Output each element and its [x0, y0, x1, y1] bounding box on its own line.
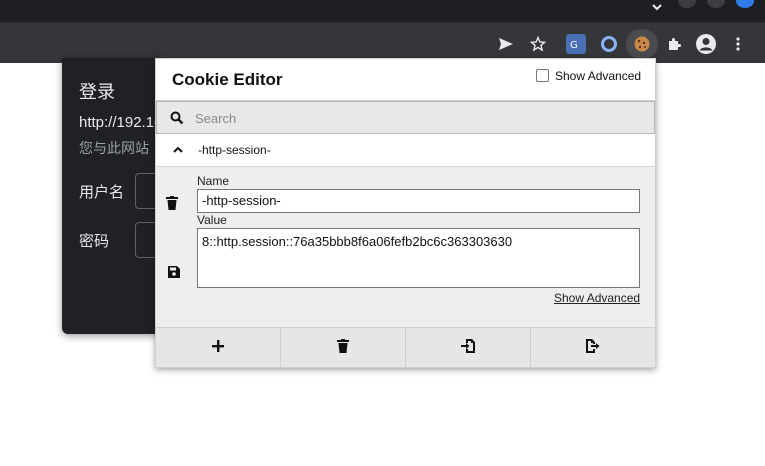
popup-footer	[156, 327, 655, 368]
puzzle-icon[interactable]	[663, 33, 685, 55]
search-bar	[156, 101, 655, 134]
close-window-button[interactable]	[736, 0, 754, 8]
circle-extension-icon[interactable]	[598, 33, 620, 55]
show-advanced-checkbox[interactable]	[536, 69, 549, 82]
tab-strip	[0, 0, 765, 22]
delete-all-button[interactable]	[281, 328, 406, 368]
browser-toolbar: G	[0, 22, 765, 63]
search-icon	[169, 110, 185, 126]
maximize-button[interactable]	[707, 0, 725, 8]
save-icon[interactable]	[167, 265, 181, 279]
chevron-down-icon[interactable]	[648, 0, 666, 16]
password-label: 密码	[79, 232, 110, 250]
svg-text:G: G	[570, 40, 578, 51]
cookie-list-item[interactable]: -http-session-	[156, 134, 655, 167]
chevron-up-icon[interactable]	[172, 144, 184, 156]
add-icon	[211, 339, 225, 358]
show-advanced-label[interactable]: Show Advanced	[555, 69, 641, 83]
trash-icon	[337, 338, 349, 358]
export-button[interactable]	[531, 328, 655, 368]
send-icon[interactable]	[495, 33, 517, 55]
export-icon	[585, 338, 601, 359]
popup-header: Cookie Editor Show Advanced	[156, 59, 655, 101]
login-title: 登录	[79, 82, 115, 103]
minimize-button[interactable]	[678, 0, 696, 8]
cookie-name-label: -http-session-	[198, 143, 271, 157]
login-url: http://192.16	[79, 114, 162, 131]
avatar-icon[interactable]	[695, 33, 717, 55]
cookie-name-field[interactable]: -http-session-	[197, 189, 640, 213]
cookie-editor-popup: Cookie Editor Show Advanced -http-sessio…	[155, 58, 656, 368]
show-advanced-link[interactable]: Show Advanced	[554, 291, 640, 305]
value-label: Value	[197, 213, 227, 227]
add-cookie-button[interactable]	[156, 328, 281, 368]
name-label: Name	[197, 174, 230, 188]
trash-icon[interactable]	[166, 195, 178, 211]
cookie-icon[interactable]	[626, 29, 658, 59]
import-icon	[460, 338, 476, 359]
popup-title: Cookie Editor	[172, 70, 283, 89]
cookie-detail-panel: Name -http-session- Value 8::http.sessio…	[156, 167, 655, 327]
import-button[interactable]	[406, 328, 531, 368]
cookie-value-field[interactable]: 8::http.session::76a35bbb8f6a06fefb2bc6c…	[197, 228, 640, 288]
star-icon[interactable]	[527, 33, 549, 55]
search-input[interactable]	[195, 108, 635, 128]
login-note: 您与此网站	[79, 141, 149, 157]
menu-icon[interactable]	[727, 33, 749, 55]
login-dialog: 登录 http://192.16 您与此网站 用户名 密码	[62, 58, 162, 334]
translate-icon[interactable]: G	[566, 34, 586, 54]
username-label: 用户名	[79, 183, 125, 201]
